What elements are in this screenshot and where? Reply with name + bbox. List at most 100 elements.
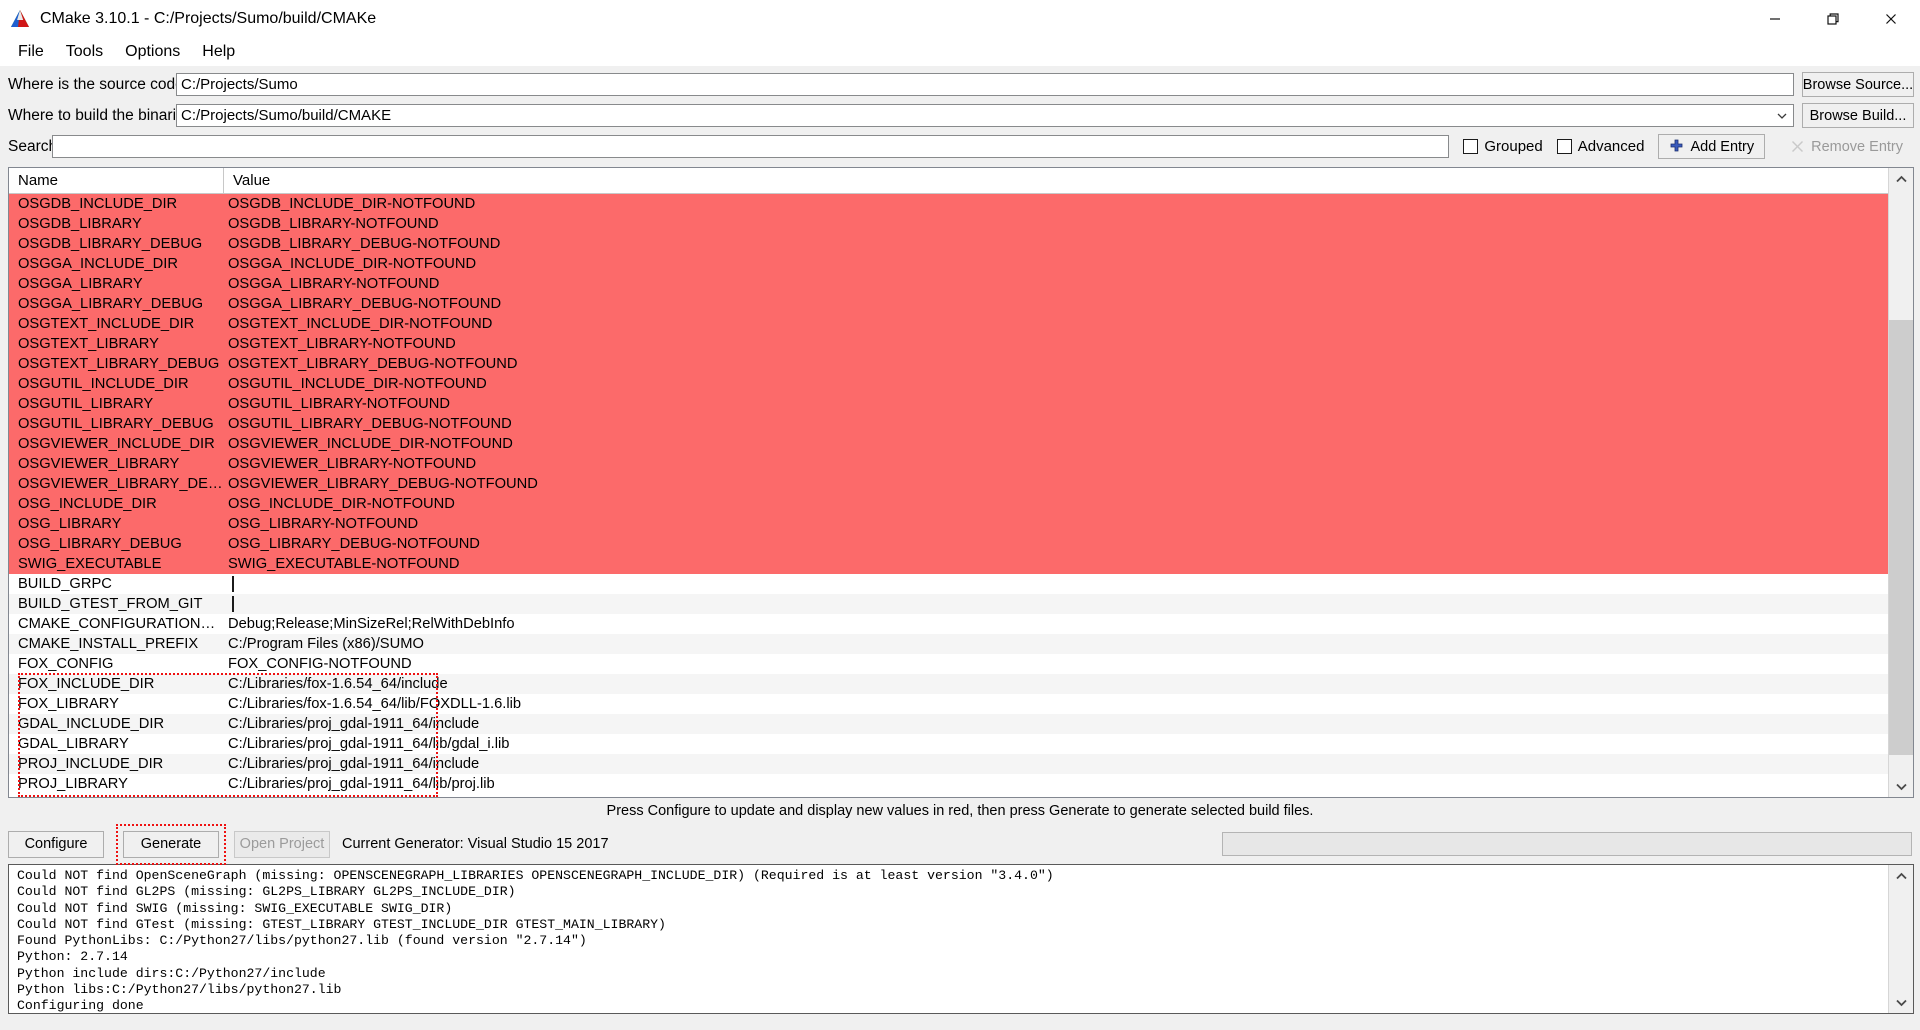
table-row[interactable]: OSGTEXT_LIBRARYOSGTEXT_LIBRARY-NOTFOUND [9,334,1888,354]
cache-entry-value[interactable]: OSGUTIL_LIBRARY_DEBUG-NOTFOUND [224,416,1888,432]
cache-entry-checkbox[interactable] [232,576,234,592]
table-row[interactable]: OSGUTIL_LIBRARY_DEBUGOSGUTIL_LIBRARY_DEB… [9,414,1888,434]
cache-entry-checkbox[interactable] [232,596,234,612]
scroll-up-button[interactable] [1889,168,1913,190]
cache-entry-value[interactable]: Debug;Release;MinSizeRel;RelWithDebInfo [224,616,1888,632]
table-row[interactable]: BUILD_GRPC [9,574,1888,594]
table-row[interactable]: OSGTEXT_LIBRARY_DEBUGOSGTEXT_LIBRARY_DEB… [9,354,1888,374]
log-scroll-track[interactable] [1889,887,1913,991]
table-row[interactable]: OSGVIEWER_INCLUDE_DIROSGVIEWER_INCLUDE_D… [9,434,1888,454]
cache-entry-value[interactable]: FOX_CONFIG-NOTFOUND [224,656,1888,672]
advanced-checkbox-box[interactable] [1557,139,1572,154]
grouped-checkbox[interactable]: Grouped [1463,138,1542,155]
cache-entry-value[interactable]: OSG_INCLUDE_DIR-NOTFOUND [224,496,1888,512]
table-row[interactable]: OSGGA_INCLUDE_DIROSGGA_INCLUDE_DIR-NOTFO… [9,254,1888,274]
table-row[interactable]: PROJ_INCLUDE_DIRC:/Libraries/proj_gdal-1… [9,754,1888,774]
table-row[interactable]: SWIG_EXECUTABLESWIG_EXECUTABLE-NOTFOUND [9,554,1888,574]
table-row[interactable]: OSGDB_LIBRARYOSGDB_LIBRARY-NOTFOUND [9,214,1888,234]
configure-button[interactable]: Configure [8,831,104,858]
menu-item-options[interactable]: Options [114,41,191,63]
cache-entry-name: PROJ_LIBRARY [9,776,224,792]
cache-entry-value[interactable]: OSGGA_LIBRARY-NOTFOUND [224,276,1888,292]
cache-entry-value[interactable]: OSGDB_INCLUDE_DIR-NOTFOUND [224,196,1888,212]
table-row[interactable]: OSG_INCLUDE_DIROSG_INCLUDE_DIR-NOTFOUND [9,494,1888,514]
scroll-track[interactable] [1889,190,1913,775]
log-scroll-down-button[interactable] [1889,991,1913,1013]
cache-entry-value[interactable]: C:/Libraries/proj_gdal-1911_64/lib/gdal_… [224,736,1888,752]
log-scroll-up-button[interactable] [1889,865,1913,887]
table-row[interactable]: CMAKE_CONFIGURATION…Debug;Release;MinSiz… [9,614,1888,634]
table-row[interactable]: BUILD_GTEST_FROM_GIT [9,594,1888,614]
table-row[interactable]: OSGUTIL_INCLUDE_DIROSGUTIL_INCLUDE_DIR-N… [9,374,1888,394]
table-row[interactable]: OSG_LIBRARY_DEBUGOSG_LIBRARY_DEBUG-NOTFO… [9,534,1888,554]
cmake-logo-icon [9,8,31,30]
column-header-name[interactable]: Name [9,168,224,193]
column-header-value[interactable]: Value [224,168,1888,193]
chevron-down-icon[interactable] [1771,105,1793,126]
cache-entry-value[interactable]: OSG_LIBRARY_DEBUG-NOTFOUND [224,536,1888,552]
menu-item-tools[interactable]: Tools [55,41,114,63]
cache-entry-value[interactable]: OSGUTIL_INCLUDE_DIR-NOTFOUND [224,376,1888,392]
cache-entry-value[interactable]: C:/Libraries/proj_gdal-1911_64/include [224,716,1888,732]
table-row[interactable]: PROJ_LIBRARYC:/Libraries/proj_gdal-1911_… [9,774,1888,794]
table-row[interactable]: OSGVIEWER_LIBRARY_DE…OSGVIEWER_LIBRARY_D… [9,474,1888,494]
build-path-combo[interactable]: C:/Projects/Sumo/build/CMAKE [176,104,1794,127]
cache-entry-value[interactable]: OSGUTIL_LIBRARY-NOTFOUND [224,396,1888,412]
table-row[interactable]: FOX_CONFIGFOX_CONFIG-NOTFOUND [9,654,1888,674]
cache-entry-value[interactable]: SWIG_EXECUTABLE-NOTFOUND [224,556,1888,572]
cache-entry-value[interactable]: OSGVIEWER_LIBRARY-NOTFOUND [224,456,1888,472]
cache-entry-value[interactable]: OSG_LIBRARY-NOTFOUND [224,516,1888,532]
cache-entry-value[interactable]: OSGGA_INCLUDE_DIR-NOTFOUND [224,256,1888,272]
table-row[interactable]: OSG_LIBRARYOSG_LIBRARY-NOTFOUND [9,514,1888,534]
browse-build-button[interactable]: Browse Build... [1802,103,1914,128]
advanced-checkbox[interactable]: Advanced [1557,138,1645,155]
minimize-button[interactable] [1746,0,1804,37]
cache-entry-value[interactable]: OSGVIEWER_LIBRARY_DEBUG-NOTFOUND [224,476,1888,492]
table-row[interactable]: FOX_INCLUDE_DIRC:/Libraries/fox-1.6.54_6… [9,674,1888,694]
table-row[interactable]: CMAKE_INSTALL_PREFIXC:/Program Files (x8… [9,634,1888,654]
cache-entry-value[interactable]: OSGTEXT_LIBRARY-NOTFOUND [224,336,1888,352]
table-row[interactable]: OSGDB_LIBRARY_DEBUGOSGDB_LIBRARY_DEBUG-N… [9,234,1888,254]
maximize-button[interactable] [1804,0,1862,37]
cache-entry-value[interactable]: OSGTEXT_INCLUDE_DIR-NOTFOUND [224,316,1888,332]
cache-entry-value[interactable]: C:/Libraries/proj_gdal-1911_64/lib/proj.… [224,776,1888,792]
current-generator-label: Current Generator: Visual Studio 15 2017 [342,836,609,852]
cache-entry-value[interactable]: C:/Program Files (x86)/SUMO [224,636,1888,652]
cache-entry-value[interactable] [224,576,1888,592]
close-button[interactable] [1862,0,1920,37]
table-row[interactable]: GDAL_LIBRARYC:/Libraries/proj_gdal-1911_… [9,734,1888,754]
cache-entry-value[interactable]: OSGTEXT_LIBRARY_DEBUG-NOTFOUND [224,356,1888,372]
build-path-value: C:/Projects/Sumo/build/CMAKE [181,105,1771,127]
table-row[interactable]: OSGDB_INCLUDE_DIROSGDB_INCLUDE_DIR-NOTFO… [9,194,1888,214]
cache-entry-value[interactable]: OSGVIEWER_INCLUDE_DIR-NOTFOUND [224,436,1888,452]
table-row[interactable]: OSGGA_LIBRARYOSGGA_LIBRARY-NOTFOUND [9,274,1888,294]
cache-entry-value[interactable]: C:/Libraries/fox-1.6.54_64/include [224,676,1888,692]
cache-entry-value[interactable]: OSGDB_LIBRARY-NOTFOUND [224,216,1888,232]
menu-item-help[interactable]: Help [191,41,246,63]
output-log-scrollbar[interactable] [1888,865,1913,1013]
scroll-down-button[interactable] [1889,775,1913,797]
browse-source-button[interactable]: Browse Source... [1802,72,1914,97]
scroll-thumb[interactable] [1889,320,1913,755]
table-row[interactable]: OSGGA_LIBRARY_DEBUGOSGGA_LIBRARY_DEBUG-N… [9,294,1888,314]
generate-button[interactable]: Generate [123,831,219,858]
menu-item-file[interactable]: File [7,41,55,63]
remove-entry-button[interactable]: Remove Entry [1779,134,1914,159]
add-entry-button[interactable]: Add Entry [1658,134,1765,159]
table-row[interactable]: OSGVIEWER_LIBRARYOSGVIEWER_LIBRARY-NOTFO… [9,454,1888,474]
open-project-button[interactable]: Open Project [234,831,330,858]
cache-entry-value[interactable]: OSGGA_LIBRARY_DEBUG-NOTFOUND [224,296,1888,312]
grouped-checkbox-box[interactable] [1463,139,1478,154]
table-row[interactable]: FOX_LIBRARYC:/Libraries/fox-1.6.54_64/li… [9,694,1888,714]
source-input[interactable]: C:/Projects/Sumo [176,73,1794,96]
table-row[interactable]: OSGUTIL_LIBRARYOSGUTIL_LIBRARY-NOTFOUND [9,394,1888,414]
cache-table-scrollbar[interactable] [1888,168,1913,797]
cache-entry-value[interactable]: C:/Libraries/fox-1.6.54_64/lib/FOXDLL-1.… [224,696,1888,712]
search-input[interactable] [52,135,1449,158]
cache-entry-value[interactable] [224,596,1888,612]
table-row[interactable]: GDAL_INCLUDE_DIRC:/Libraries/proj_gdal-1… [9,714,1888,734]
output-log-text[interactable]: Could NOT find OpenSceneGraph (missing: … [9,865,1888,1013]
cache-entry-value[interactable]: OSGDB_LIBRARY_DEBUG-NOTFOUND [224,236,1888,252]
cache-entry-value[interactable]: C:/Libraries/proj_gdal-1911_64/include [224,756,1888,772]
table-row[interactable]: OSGTEXT_INCLUDE_DIROSGTEXT_INCLUDE_DIR-N… [9,314,1888,334]
